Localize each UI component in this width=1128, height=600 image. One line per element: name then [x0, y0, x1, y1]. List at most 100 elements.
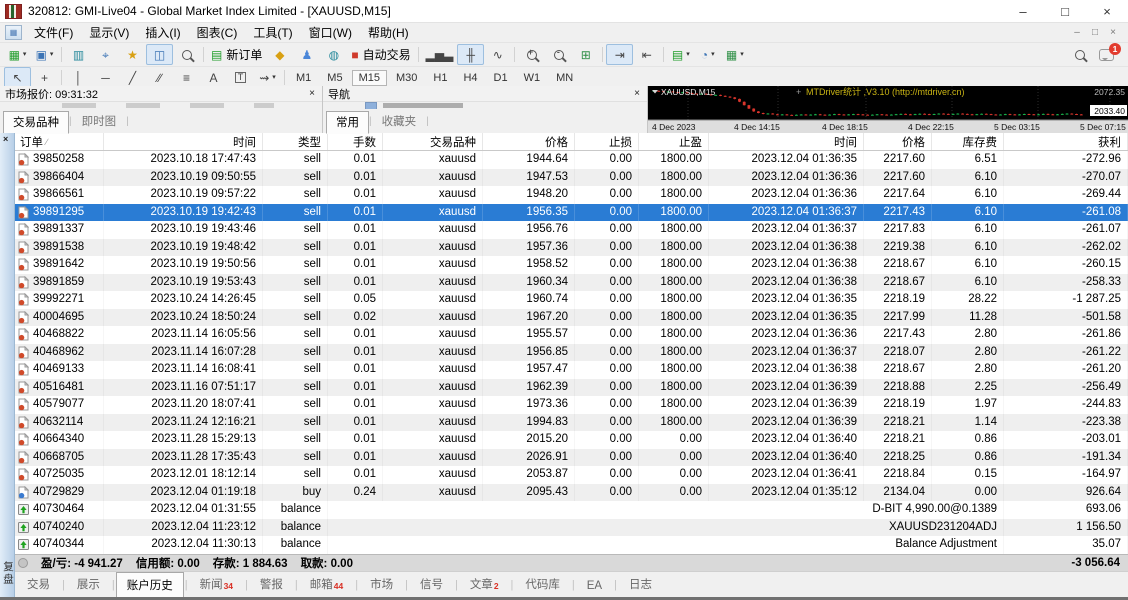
- timeframe-m30[interactable]: M30: [389, 70, 424, 86]
- history-row[interactable]: 399922712023.10.24 14:26:45sell0.05xauus…: [14, 291, 1128, 309]
- market-watch-tab-1[interactable]: 交易品种: [3, 111, 69, 134]
- terminal-tab-9[interactable]: 文章2: [459, 571, 510, 599]
- autotrading-button[interactable]: ■自动交易: [347, 44, 414, 65]
- maximize-button[interactable]: □: [1044, 0, 1086, 22]
- timeframe-h1[interactable]: H1: [426, 70, 454, 86]
- menu-item[interactable]: 帮助(H): [360, 23, 417, 42]
- terminal-tab-3[interactable]: 账户历史: [116, 572, 184, 599]
- terminal-tab-11[interactable]: EA: [576, 575, 613, 599]
- history-row[interactable]: 405790772023.11.20 18:07:41sell0.01xauus…: [14, 396, 1128, 414]
- zoom-in-icon[interactable]: [518, 44, 545, 65]
- column-header-open-time[interactable]: 时间: [104, 133, 263, 150]
- menu-item[interactable]: 图表(C): [189, 23, 246, 42]
- terminal-tab-8[interactable]: 信号: [409, 571, 454, 599]
- line-chart-icon[interactable]: ∿: [484, 44, 511, 65]
- history-row[interactable]: 398665612023.10.19 09:57:22sell0.01xauus…: [14, 186, 1128, 204]
- history-row[interactable]: 407403442023.12.04 11:30:13balanceBalanc…: [14, 536, 1128, 554]
- column-header-close-time[interactable]: 时间: [709, 133, 864, 150]
- terminal-tab-7[interactable]: 市场: [359, 571, 404, 599]
- text-icon[interactable]: A: [200, 67, 227, 88]
- data-window-icon[interactable]: ⌖: [92, 44, 119, 65]
- periods-icon[interactable]: ◔▾: [694, 44, 721, 65]
- timeframe-d1[interactable]: D1: [487, 70, 515, 86]
- close-button[interactable]: ×: [1086, 0, 1128, 22]
- menu-item[interactable]: 文件(F): [26, 23, 81, 42]
- column-header-lots[interactable]: 手数: [328, 133, 383, 150]
- terminal-tab-5[interactable]: 警报: [249, 571, 294, 599]
- column-header-profit[interactable]: 获利: [1004, 133, 1128, 150]
- history-row[interactable]: 404688222023.11.14 16:05:56sell0.01xauus…: [14, 326, 1128, 344]
- history-row[interactable]: 404691332023.11.14 16:08:41sell0.01xauus…: [14, 361, 1128, 379]
- menu-item[interactable]: 窗口(W): [301, 23, 360, 42]
- history-row[interactable]: 407304642023.12.04 01:31:55balanceD-BIT …: [14, 501, 1128, 519]
- timeframe-m5[interactable]: M5: [320, 70, 349, 86]
- history-row[interactable]: 400046952023.10.24 18:50:24sell0.02xauus…: [14, 309, 1128, 327]
- fibonacci-icon[interactable]: ∕∕: [146, 67, 173, 88]
- column-header-close-price[interactable]: 价格: [864, 133, 932, 150]
- new-order-button[interactable]: ▤新订单: [207, 44, 266, 65]
- child-minimize-button[interactable]: –: [1068, 27, 1086, 38]
- templates-icon[interactable]: ▦▾: [721, 44, 748, 65]
- timeframe-w1[interactable]: W1: [517, 70, 548, 86]
- history-row[interactable]: 405164812023.11.16 07:51:17sell0.01xauus…: [14, 379, 1128, 397]
- terminal-icon[interactable]: ◫: [146, 44, 173, 65]
- market-watch-tab-2[interactable]: 即时图: [72, 110, 127, 133]
- terminal-tab-4[interactable]: 新闻34: [189, 571, 244, 599]
- auto-scroll-icon[interactable]: ⇥: [606, 44, 633, 65]
- history-row[interactable]: 407250352023.12.01 18:12:14sell0.01xauus…: [14, 466, 1128, 484]
- candlestick-chart-icon[interactable]: ╫: [457, 44, 484, 65]
- profiles-icon[interactable]: ▣▾: [31, 44, 58, 65]
- column-header-symbol[interactable]: 交易品种: [383, 133, 483, 150]
- history-row[interactable]: 404689622023.11.14 16:07:28sell0.01xauus…: [14, 344, 1128, 362]
- arrows-icon[interactable]: ⇝▾: [254, 67, 281, 88]
- terminal-tab-12[interactable]: 日志: [618, 571, 663, 599]
- indicators-icon[interactable]: ▤▾: [667, 44, 694, 65]
- column-header-swap[interactable]: 库存费: [932, 133, 1004, 150]
- menu-item[interactable]: 插入(I): [137, 23, 188, 42]
- timeframe-h4[interactable]: H4: [456, 70, 484, 86]
- navigator-tab-1[interactable]: 常用: [326, 111, 369, 134]
- mql5-icon[interactable]: ◍: [320, 44, 347, 65]
- menu-item[interactable]: 工具(T): [245, 23, 300, 42]
- terminal-tab-6[interactable]: 邮箱44: [299, 571, 354, 599]
- column-header-take-profit[interactable]: 止盈: [639, 133, 709, 150]
- text-label-icon[interactable]: T: [227, 67, 254, 88]
- timeframe-m1[interactable]: M1: [289, 70, 318, 86]
- close-icon[interactable]: ×: [307, 88, 317, 99]
- column-header-open-price[interactable]: 价格: [483, 133, 575, 150]
- column-header-type[interactable]: 类型: [263, 133, 328, 150]
- timeframe-m15[interactable]: M15: [352, 70, 387, 86]
- child-close-button[interactable]: ×: [1104, 27, 1122, 38]
- history-row[interactable]: 398918592023.10.19 19:53:43sell0.01xauus…: [14, 274, 1128, 292]
- minimize-button[interactable]: –: [1002, 0, 1044, 22]
- history-row[interactable]: 398664042023.10.19 09:50:55sell0.01xauus…: [14, 169, 1128, 187]
- community-icon[interactable]: ♟: [293, 44, 320, 65]
- trendline-icon[interactable]: ╱: [119, 67, 146, 88]
- navigator-tab-2[interactable]: 收藏夹: [372, 110, 427, 133]
- new-chart-icon[interactable]: ▦▾: [4, 44, 31, 65]
- search-icon[interactable]: [1075, 50, 1085, 60]
- history-row[interactable]: 398916422023.10.19 19:50:56sell0.01xauus…: [14, 256, 1128, 274]
- tile-windows-icon[interactable]: ⊞: [572, 44, 599, 65]
- history-row[interactable]: 406643402023.11.28 15:29:13sell0.01xauus…: [14, 431, 1128, 449]
- chart-shift-icon[interactable]: ⇤: [633, 44, 660, 65]
- history-row[interactable]: 406321142023.11.24 12:16:21sell0.01xauus…: [14, 414, 1128, 432]
- timeframe-mn[interactable]: MN: [549, 70, 580, 86]
- sidebar-vertical-label[interactable]: 复盘: [1, 561, 16, 586]
- price-chart[interactable]: XAUUSD,M15+MTDriver统计 ,V3.10 (http://mtd…: [648, 86, 1128, 133]
- navigator-icon[interactable]: ★: [119, 44, 146, 65]
- strategy-tester-icon[interactable]: [173, 44, 200, 65]
- zoom-out-icon[interactable]: [545, 44, 572, 65]
- history-row[interactable]: 398915382023.10.19 19:48:42sell0.01xauus…: [14, 239, 1128, 257]
- history-row[interactable]: 398502582023.10.18 17:47:43sell0.01xauus…: [14, 151, 1128, 169]
- menu-item[interactable]: 显示(V): [81, 23, 137, 42]
- terminal-tab-10[interactable]: 代码库: [514, 571, 571, 599]
- history-row[interactable]: 407402402023.12.04 11:23:12balanceXAUUSD…: [14, 519, 1128, 537]
- history-row[interactable]: 406687052023.11.28 17:35:43sell0.01xauus…: [14, 449, 1128, 467]
- history-row[interactable]: 398913372023.10.19 19:43:46sell0.01xauus…: [14, 221, 1128, 239]
- bar-chart-icon[interactable]: ▂▅▃: [422, 44, 458, 65]
- history-row[interactable]: 407298292023.12.04 01:19:18buy0.24xauusd…: [14, 484, 1128, 502]
- close-icon[interactable]: ×: [632, 88, 642, 99]
- metaeditor-icon[interactable]: ◆: [266, 44, 293, 65]
- column-header-order[interactable]: 订单∕: [14, 133, 104, 150]
